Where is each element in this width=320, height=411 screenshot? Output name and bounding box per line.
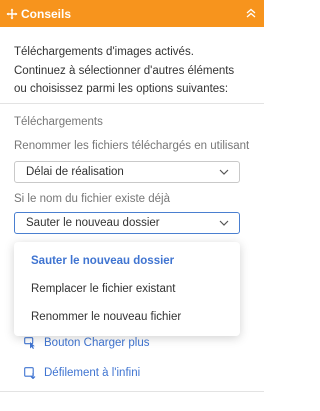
- dropdown-option-replace[interactable]: Remplacer le fichier existant: [31, 283, 175, 295]
- dropdown-option-skip[interactable]: Sauter le nouveau dossier: [31, 255, 174, 267]
- file-exists-select-value: Sauter le nouveau dossier: [26, 217, 160, 229]
- rename-select[interactable]: Délai de réalisation: [14, 161, 240, 183]
- load-more-label: Bouton Charger plus: [44, 337, 150, 349]
- cursor-click-icon: [24, 337, 35, 349]
- double-chevron-up-icon[interactable]: [245, 7, 257, 19]
- rename-select-value: Délai de réalisation: [26, 166, 124, 178]
- dropdown-option-rename[interactable]: Renommer le nouveau fichier: [31, 311, 181, 323]
- infinite-scroll-label: Défilement à l'infini: [44, 367, 141, 379]
- divider: [0, 391, 264, 392]
- scroll-down-icon: [24, 367, 36, 379]
- move-icon: [6, 8, 18, 19]
- tips-header[interactable]: Conseils: [0, 0, 264, 27]
- chevron-down-icon: [219, 220, 229, 226]
- intro-line-3: ou choisissez parmi les options suivante…: [14, 83, 229, 95]
- intro-line-2: Continuez à sélectionner d'autres élémen…: [14, 64, 235, 77]
- divider: [0, 103, 264, 104]
- intro-line-1: Téléchargements d'images activés.: [14, 46, 194, 58]
- chevron-down-icon: [219, 169, 229, 175]
- rename-label: Renommer les fichiers téléchargés en uti…: [14, 140, 250, 152]
- file-exists-label: Si le nom du fichier existe déjà: [14, 193, 170, 205]
- infinite-scroll-link[interactable]: Défilement à l'infini: [24, 367, 140, 379]
- section-title-downloads: Téléchargements: [14, 116, 103, 128]
- load-more-button-link[interactable]: Bouton Charger plus: [24, 337, 149, 349]
- intro-text: Téléchargements d'images activés. Contin…: [14, 43, 259, 99]
- file-exists-select[interactable]: Sauter le nouveau dossier: [14, 212, 240, 234]
- file-exists-dropdown-menu: Sauter le nouveau dossier Remplacer le f…: [14, 242, 240, 336]
- header-title: Conseils: [21, 6, 72, 21]
